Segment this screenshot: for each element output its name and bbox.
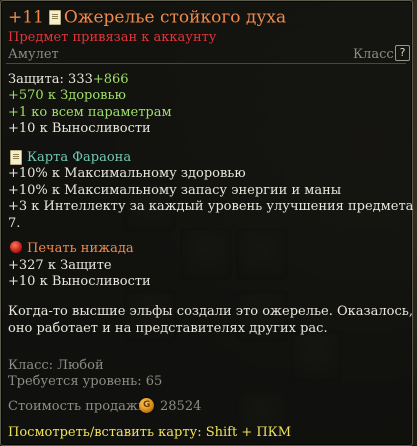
document-icon — [48, 10, 61, 25]
gold-coin-icon: G — [139, 398, 154, 413]
card-effect: +3 к Интеллекту за каждый уровень улучше… — [8, 199, 417, 214]
defense-base: Защита: 333 — [8, 72, 93, 87]
item-description-line: Когда-то высшие эльфы создали это ожерел… — [8, 304, 417, 319]
sell-price-value: 28524 — [160, 399, 202, 414]
item-tooltip: +11 Ожерелье стойкого духа Предмет привяз… — [0, 0, 417, 446]
divider — [6, 63, 406, 64]
game-scene: +11 Ожерелье стойкого духа Предмет привяз… — [0, 0, 417, 446]
card-effect: +10% к Максимальному здоровью — [8, 166, 246, 181]
seal-effect: +10 к Выносливости — [8, 274, 151, 289]
card-effect: +10% к Максимальному запасу энергии и ма… — [8, 183, 342, 198]
level-requirement: Требуется уровень: 65 — [8, 374, 163, 389]
enchant-level: +11 — [8, 7, 44, 28]
class-label: Класс — [353, 47, 394, 62]
card-insert-hint: Посмотреть/вставить карту: Shift + ПКМ — [8, 425, 292, 440]
all-params-stat: +1 ко всем параметрам — [8, 105, 172, 120]
binding-status: Предмет привязан к аккаунту — [8, 30, 217, 45]
endurance-stat: +10 к Выносливости — [8, 121, 151, 136]
defense-bonus: +866 — [92, 72, 129, 87]
seal-effect: +327 к Защите — [8, 258, 112, 273]
health-stat: +570 к Здоровью — [8, 88, 126, 103]
item-category: Амулет — [8, 47, 59, 62]
class-help-icon[interactable]: ? — [395, 45, 410, 61]
item-name: Ожерелье стойкого духа — [63, 7, 287, 28]
seal-icon — [10, 241, 22, 253]
class-requirement: Класс: Любой — [8, 358, 104, 373]
card-effect: 7. — [8, 216, 21, 231]
sell-price-label: Стоимость продажи: — [8, 399, 151, 414]
item-title: +11 Ожерелье стойкого духа — [8, 7, 286, 29]
card-icon — [10, 150, 22, 165]
seal-name: Печать нижада — [27, 241, 134, 256]
item-description-line: оно работает и на представителях других … — [8, 321, 328, 336]
defense-stat: Защита: 333+866 — [8, 72, 129, 88]
card-name: Карта Фараона — [27, 150, 132, 165]
